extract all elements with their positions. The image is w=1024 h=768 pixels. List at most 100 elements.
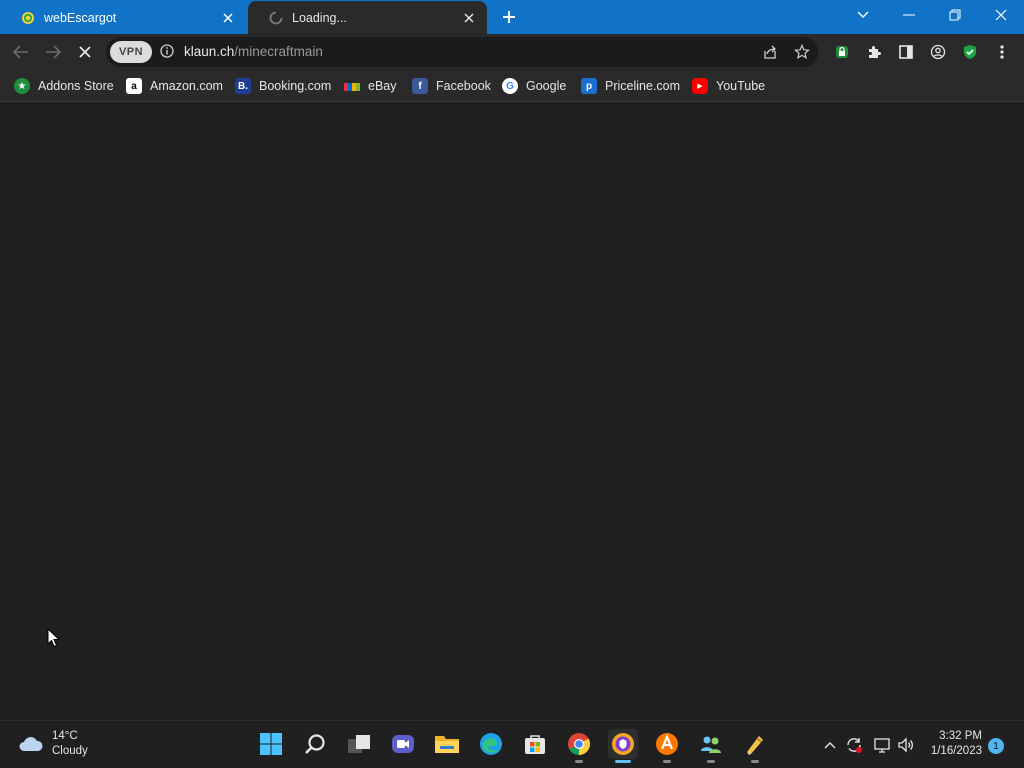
bookmark-label: Booking.com	[259, 79, 332, 93]
bookmark-label: Priceline.com	[605, 79, 681, 93]
lock-shield-icon	[836, 46, 848, 58]
taskbar-browser-active[interactable]	[608, 729, 638, 763]
arrow-right-icon	[46, 45, 61, 59]
addons-store-icon: ★	[14, 78, 30, 94]
bookmark-label: eBay	[368, 79, 397, 93]
taskbar-file-explorer[interactable]	[432, 729, 462, 759]
profile-button[interactable]	[925, 40, 951, 64]
taskbar-tool[interactable]	[740, 729, 770, 763]
bookmark-facebook[interactable]: f Facebook	[412, 76, 491, 96]
network-status[interactable]	[872, 735, 892, 755]
weather-widget[interactable]: 14°C Cloudy	[18, 729, 88, 759]
restore-button[interactable]	[932, 0, 978, 30]
puzzle-icon	[869, 46, 881, 58]
url-path: /minecraftmain	[234, 44, 323, 59]
taskbar-edge[interactable]	[476, 729, 506, 759]
bookmark-priceline[interactable]: p Priceline.com	[581, 76, 680, 96]
tab-title: webEscargot	[44, 10, 117, 25]
sync-icon	[847, 738, 862, 753]
close-icon[interactable]	[459, 8, 479, 28]
sync-status[interactable]	[844, 735, 864, 755]
bookmark-youtube[interactable]: ▶ YouTube	[692, 76, 765, 96]
taskbar-chrome[interactable]	[564, 729, 594, 763]
start-button[interactable]	[256, 729, 286, 759]
close-icon[interactable]	[218, 8, 238, 28]
show-hidden-icons[interactable]	[820, 735, 840, 755]
taskbar-people[interactable]	[696, 729, 726, 763]
side-panel-button[interactable]	[893, 40, 919, 64]
google-icon: G	[502, 78, 518, 94]
close-window-button[interactable]	[978, 0, 1024, 30]
amazon-icon: a	[126, 78, 142, 94]
page-content[interactable]	[0, 103, 1024, 720]
back-button[interactable]	[8, 40, 34, 64]
extensions-button[interactable]	[861, 40, 887, 64]
bookmark-booking[interactable]: B. Booking.com	[235, 76, 331, 96]
chevron-down-icon	[857, 11, 869, 18]
taskbar-search[interactable]	[300, 729, 330, 759]
minimize-button[interactable]	[886, 0, 932, 30]
taskbar-store[interactable]	[520, 729, 550, 759]
youtube-icon: ▶	[692, 78, 708, 94]
star-icon[interactable]	[794, 44, 810, 65]
bookmark-label: YouTube	[716, 79, 766, 93]
menu-button[interactable]	[989, 40, 1015, 64]
browser-toolbar: VPN klaun.ch/minecraftmain	[0, 34, 1024, 70]
stop-button[interactable]	[72, 40, 98, 64]
task-view-button[interactable]	[344, 729, 374, 759]
edge-icon	[480, 733, 502, 755]
browser-vpn-icon	[612, 733, 634, 755]
clock-date: 1/16/2023	[930, 745, 982, 757]
forward-button[interactable]	[40, 40, 66, 64]
url-text[interactable]: klaun.ch/minecraftmain	[184, 44, 323, 59]
tab-title: Loading...	[292, 10, 347, 25]
clock-time: 3:32 PM	[939, 730, 982, 742]
bookmark-label: Addons Store	[38, 79, 114, 93]
tab-webescargot[interactable]: webEscargot	[0, 1, 246, 34]
url-host: klaun.ch	[184, 44, 235, 59]
taskbar-avast[interactable]	[652, 729, 682, 763]
tab-search-button[interactable]	[840, 0, 886, 30]
vpn-badge[interactable]: VPN	[110, 41, 152, 63]
restore-icon	[949, 9, 961, 21]
speaker-icon	[898, 737, 913, 753]
minimize-icon	[903, 14, 915, 16]
escargot-icon	[20, 10, 36, 26]
bookmark-amazon[interactable]: a Amazon.com	[126, 76, 223, 96]
facebook-icon: f	[412, 78, 428, 94]
weather-temp: 14°C	[52, 730, 78, 742]
bookmark-google[interactable]: G Google	[502, 76, 566, 96]
store-icon	[525, 735, 545, 754]
arrow-left-icon	[13, 45, 28, 59]
security-extension-button[interactable]	[957, 40, 983, 64]
new-tab-button[interactable]	[498, 6, 520, 28]
plus-icon	[503, 11, 515, 23]
info-icon[interactable]	[160, 44, 174, 63]
tab-loading[interactable]: Loading...	[248, 1, 487, 34]
priceline-icon: p	[581, 78, 597, 94]
active-indicator	[615, 760, 631, 763]
taskbar-chat[interactable]	[388, 729, 418, 759]
cloud-icon	[19, 737, 43, 751]
file-explorer-icon	[435, 736, 459, 753]
bookmarks-bar: ★ Addons Store a Amazon.com B. Booking.c…	[0, 70, 1024, 102]
people-icon	[701, 736, 721, 753]
person-icon	[930, 44, 946, 60]
clock[interactable]: 3:32 PM 1/16/2023	[924, 729, 982, 759]
volume-control[interactable]	[896, 735, 916, 755]
start-icon	[260, 733, 282, 755]
vpn-extension-button[interactable]	[829, 40, 855, 64]
shield-check-icon	[964, 45, 976, 59]
address-bar[interactable]: VPN klaun.ch/minecraftmain	[106, 37, 818, 67]
bookmark-addons-store[interactable]: ★ Addons Store	[14, 76, 114, 96]
chrome-icon	[568, 733, 590, 755]
running-indicator	[707, 760, 715, 763]
stop-icon	[79, 46, 91, 58]
bookmark-ebay[interactable]: eBay	[344, 76, 397, 96]
share-icon[interactable]	[762, 44, 778, 65]
running-indicator	[575, 760, 583, 763]
avast-icon	[656, 733, 678, 755]
running-indicator	[663, 760, 671, 763]
side-panel-icon	[899, 45, 913, 59]
notification-badge[interactable]: 1	[988, 738, 1004, 754]
